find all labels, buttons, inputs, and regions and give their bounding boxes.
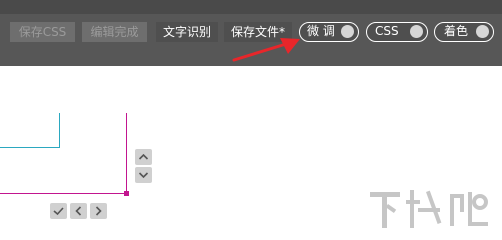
chevron-right-icon[interactable] xyxy=(90,203,107,219)
color-toggle-label: 着色 xyxy=(444,24,469,38)
cyan-guide-vertical xyxy=(59,113,60,148)
edit-done-button[interactable]: 编辑完成 xyxy=(82,22,147,42)
chevron-left-icon[interactable] xyxy=(70,203,87,219)
css-toggle-label: CSS xyxy=(375,24,399,38)
chevron-down-icon[interactable] xyxy=(135,167,152,183)
css-toggle[interactable]: CSS xyxy=(366,22,428,42)
toggle-knob xyxy=(476,25,489,38)
watermark-logo xyxy=(370,190,488,228)
toggle-knob xyxy=(341,25,354,38)
resize-handle[interactable] xyxy=(124,191,129,196)
text-recognition-button[interactable]: 文字识别 xyxy=(156,22,218,42)
fine-tune-label: 微 调 xyxy=(307,24,335,38)
save-css-button[interactable]: 保存CSS xyxy=(10,22,75,42)
fine-tune-toggle[interactable]: 微 调 xyxy=(299,22,359,42)
annotation-arrow-icon xyxy=(232,38,300,62)
toggle-knob xyxy=(410,25,423,38)
toolbar-top-strip xyxy=(0,0,502,14)
chevron-up-icon[interactable] xyxy=(135,149,152,165)
color-toggle[interactable]: 着色 xyxy=(434,22,494,42)
cyan-guide-horizontal xyxy=(0,147,60,148)
magenta-guide-horizontal xyxy=(0,193,127,194)
check-icon[interactable] xyxy=(50,203,67,219)
magenta-guide-vertical xyxy=(126,113,127,194)
